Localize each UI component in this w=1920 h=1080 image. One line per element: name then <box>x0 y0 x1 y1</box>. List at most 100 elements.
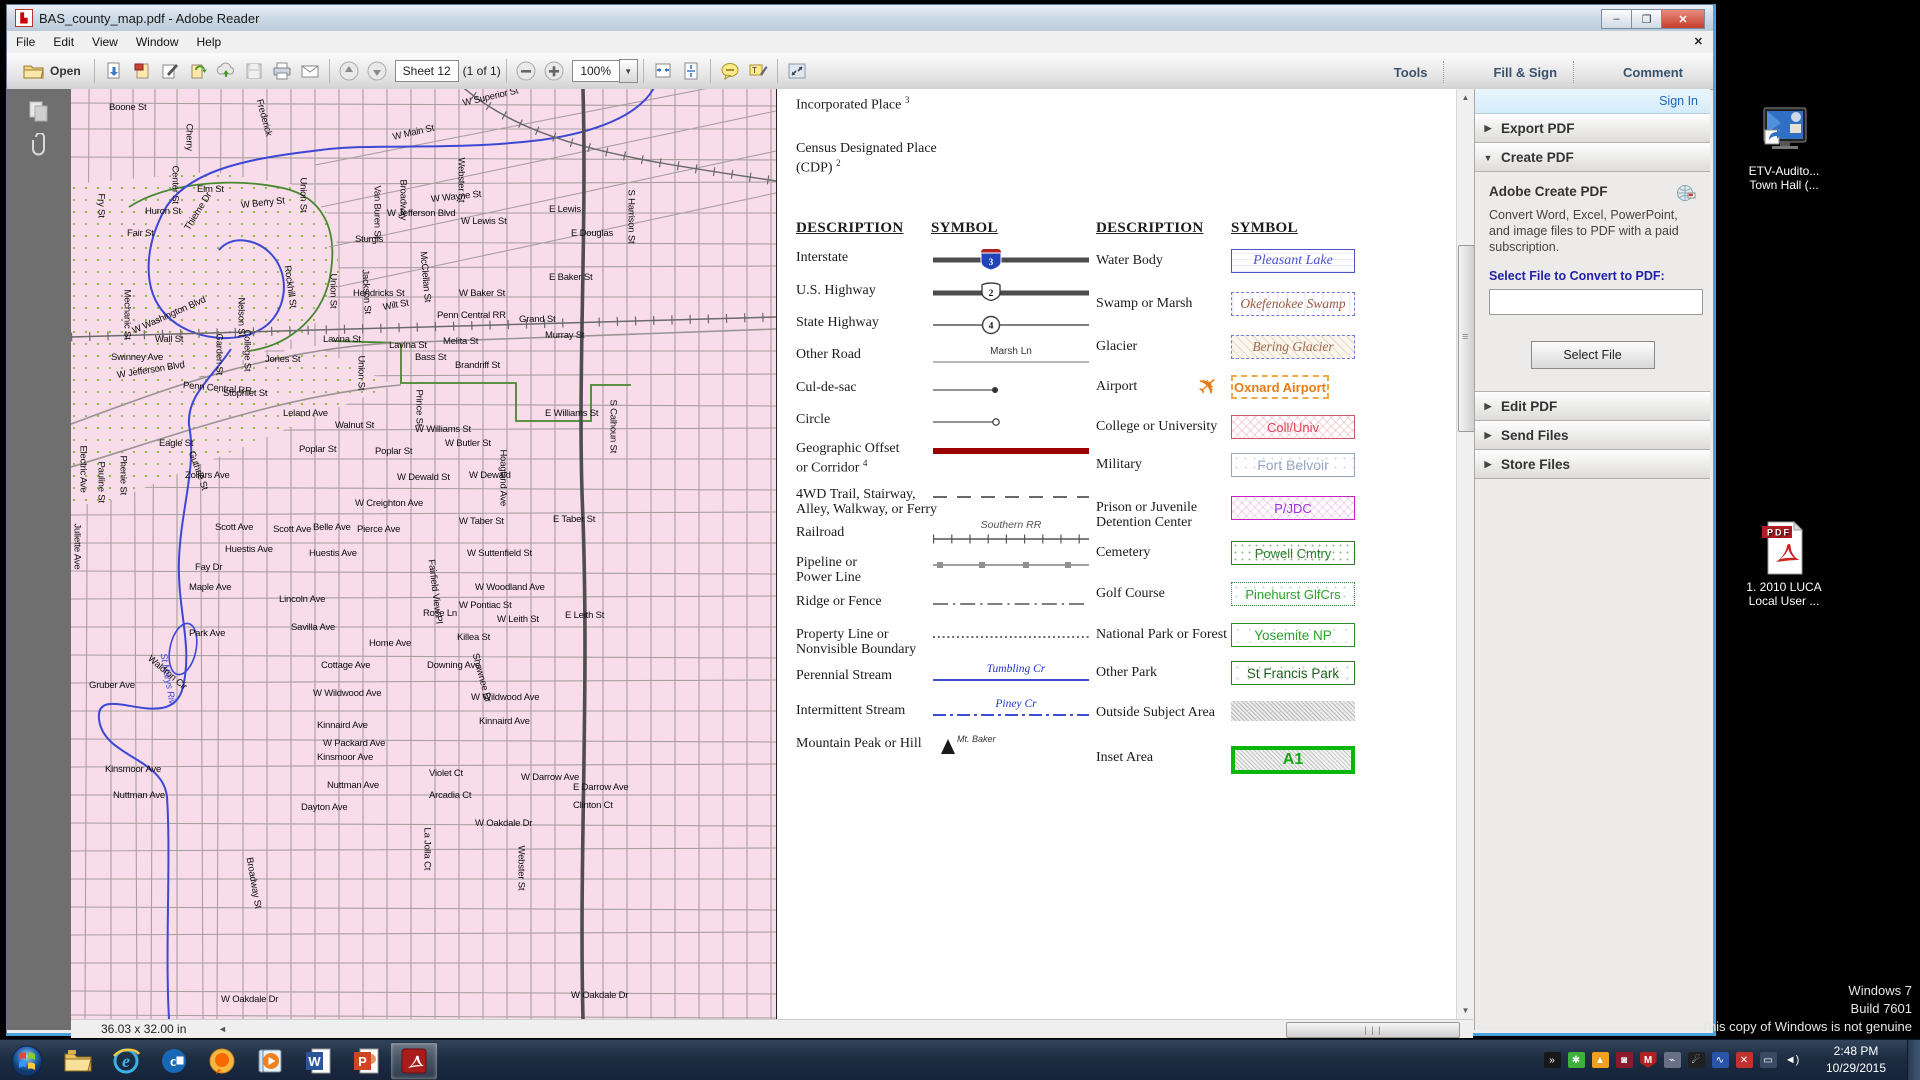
menu-item-view[interactable]: View <box>83 32 127 52</box>
svg-text:W: W <box>308 1054 321 1069</box>
desktop-icon-etv-auditorium[interactable]: ETV-Audito... Town Hall (... <box>1736 104 1832 192</box>
left-symbol-header: SYMBOL <box>931 220 998 236</box>
close-button[interactable]: ✕ <box>1661 9 1705 29</box>
sign-pen-icon[interactable] <box>157 58 183 84</box>
menu-item-file[interactable]: File <box>7 32 44 52</box>
tab-fill-sign[interactable]: Fill & Sign <box>1477 65 1573 80</box>
horizontal-scroll-thumb[interactable]: | | | <box>1286 1022 1460 1038</box>
section-export-pdf[interactable]: ▶ Export PDF <box>1475 114 1710 143</box>
taskbar-item-explorer[interactable] <box>54 1042 102 1080</box>
document-close-icon[interactable]: ✕ <box>1694 35 1703 48</box>
chevron-down-icon: ▼ <box>1483 152 1493 163</box>
section-create-pdf[interactable]: ▼ Create PDF <box>1475 143 1710 172</box>
sign-in-link[interactable]: Sign In <box>1659 94 1698 108</box>
tray-usb-device-icon[interactable]: ⌁ <box>1663 1052 1681 1068</box>
area-swatch-glacier: Bering Glacier <box>1231 335 1355 359</box>
page-number-input[interactable]: Sheet 12 <box>394 60 459 82</box>
print-icon[interactable] <box>269 58 295 84</box>
select-file-button[interactable]: Select File <box>1530 341 1655 369</box>
taskbar-clock[interactable]: 2:48 PM 10/29/2015 <box>1810 1043 1902 1077</box>
legend-row-golf: Golf Course Pinehurst GlfCrs <box>1096 582 1376 606</box>
adobe-reader-window: ▙ BAS_county_map.pdf - Adobe Reader – ❐ … <box>6 4 1716 1038</box>
tray-satellite-icon[interactable]: ☄ <box>1687 1052 1705 1068</box>
show-desktop-button[interactable] <box>1907 1040 1920 1080</box>
street-label: W Darrow Ave <box>521 772 580 783</box>
street-label: Clinton Ct <box>573 800 613 811</box>
next-page-icon[interactable] <box>364 58 390 84</box>
taskbar-item-media-player[interactable] <box>246 1042 294 1080</box>
menu-item-window[interactable]: Window <box>127 32 188 52</box>
chevron-right-icon: ▶ <box>1484 123 1492 133</box>
tray-display-icon[interactable]: ▭ <box>1759 1052 1777 1068</box>
section-send-files[interactable]: ▶ Send Files <box>1475 421 1710 450</box>
previous-page-icon[interactable] <box>336 58 362 84</box>
text-callout-icon[interactable]: T <box>745 58 771 84</box>
street-label: Zollars Ave <box>185 470 230 481</box>
zoom-out-icon[interactable] <box>513 58 539 84</box>
upload-cloud-icon[interactable] <box>213 58 239 84</box>
street-label: W Oakdale Dr <box>571 990 629 1001</box>
email-icon[interactable] <box>297 58 323 84</box>
open-button[interactable]: Open <box>16 58 88 84</box>
tray-drm-lock-icon[interactable]: ◙ <box>1615 1052 1633 1068</box>
system-tray: » ✱ ▲ ◙ M ⌁ ☄ ∿ ✕ ▭ ◄) <box>1540 1040 1804 1080</box>
tab-tools[interactable]: Tools <box>1378 65 1444 80</box>
street-label: E Williams St <box>545 408 599 419</box>
taskbar-item-powerpoint[interactable]: P <box>342 1042 390 1080</box>
scroll-down-icon[interactable]: ▼ <box>1457 1002 1474 1019</box>
zoom-level-input[interactable]: 100% <box>571 60 619 82</box>
fullscreen-icon[interactable] <box>784 58 810 84</box>
legend-row-corridor: Geographic Offset or Corridor 4 <box>796 441 1096 476</box>
zoom-dropdown-icon[interactable]: ▼ <box>618 59 638 83</box>
tray-green-utility-icon[interactable]: ✱ <box>1567 1052 1585 1068</box>
vertical-scrollbar[interactable]: ▲ ▼ <box>1456 89 1475 1019</box>
scroll-left-icon[interactable]: ◄ <box>214 1024 230 1034</box>
legend-row-state: State Highway 4 <box>796 315 1096 335</box>
street-label: W Dewald St <box>397 472 450 483</box>
taskbar-item-outlook[interactable]: o <box>150 1042 198 1080</box>
street-label: Grand St <box>519 314 556 325</box>
tray-mcafee-shield-icon[interactable]: M <box>1639 1052 1657 1068</box>
area-swatch-otherpark: St Francis Park <box>1231 661 1355 685</box>
taskbar-item-lync[interactable] <box>198 1042 246 1080</box>
tab-comment[interactable]: Comment <box>1607 65 1699 80</box>
save-icon[interactable] <box>241 58 267 84</box>
create-pdf-body: Adobe Create PDF Convert Word, Excel, Po… <box>1475 172 1710 392</box>
taskbar-item-word[interactable]: W <box>294 1042 342 1080</box>
tray-update-arrow-icon[interactable]: ▲ <box>1591 1052 1609 1068</box>
export-doc-icon[interactable] <box>185 58 211 84</box>
tray-network-monitor-icon[interactable]: ∿ <box>1711 1052 1729 1068</box>
save-pdf-online-icon[interactable] <box>101 58 127 84</box>
section-store-files[interactable]: ▶ Store Files <box>1475 450 1710 479</box>
tray-network-error-icon[interactable]: ✕ <box>1735 1052 1753 1068</box>
fit-width-icon[interactable] <box>650 58 676 84</box>
street-label: W Leith St <box>497 614 539 625</box>
zoom-in-icon[interactable] <box>541 58 567 84</box>
comment-bubble-icon[interactable] <box>717 58 743 84</box>
restore-button[interactable]: ❐ <box>1631 9 1662 29</box>
taskbar-item-internet-explorer[interactable]: e <box>102 1042 150 1080</box>
menu-item-help[interactable]: Help <box>188 32 231 52</box>
page-thumbnails-icon[interactable] <box>26 99 52 123</box>
desktop-screen: ▙ BAS_county_map.pdf - Adobe Reader – ❐ … <box>0 0 1920 1080</box>
scroll-up-icon[interactable]: ▲ <box>1457 89 1474 106</box>
file-to-convert-input[interactable] <box>1489 289 1703 315</box>
title-bar[interactable]: ▙ BAS_county_map.pdf - Adobe Reader – ❐ … <box>7 5 1713 32</box>
sticky-pdf-icon[interactable] <box>129 58 155 84</box>
taskbar-item-adobe-reader[interactable] <box>390 1041 438 1080</box>
horizontal-scrollbar[interactable]: 36.03 x 32.00 in ◄ | | | <box>71 1019 1473 1038</box>
minimize-button[interactable]: – <box>1601 9 1632 29</box>
tray-volume-icon[interactable]: ◄) <box>1784 1052 1801 1068</box>
street-label: S Harrison St <box>625 189 637 244</box>
attachments-paperclip-icon[interactable] <box>26 133 52 157</box>
menu-item-edit[interactable]: Edit <box>44 32 83 52</box>
pdf-page: Boone St Cherry Frederick Fry St Center St El… <box>71 89 1456 1019</box>
desktop-icon-luca-pdf[interactable]: PDF 1. 2010 LUCA Local User ... <box>1736 520 1832 608</box>
tools-panel: Sign In ▶ Export PDF ▼ Create PDF Adobe … <box>1474 89 1710 1030</box>
svg-text:4: 4 <box>989 322 994 332</box>
tray-hidden-icons-icon[interactable]: » <box>1543 1052 1561 1068</box>
fit-page-icon[interactable] <box>678 58 704 84</box>
section-edit-pdf[interactable]: ▶ Edit PDF <box>1475 392 1710 421</box>
vertical-scroll-thumb[interactable] <box>1458 245 1475 432</box>
taskbar-item-start[interactable] <box>0 1042 54 1080</box>
